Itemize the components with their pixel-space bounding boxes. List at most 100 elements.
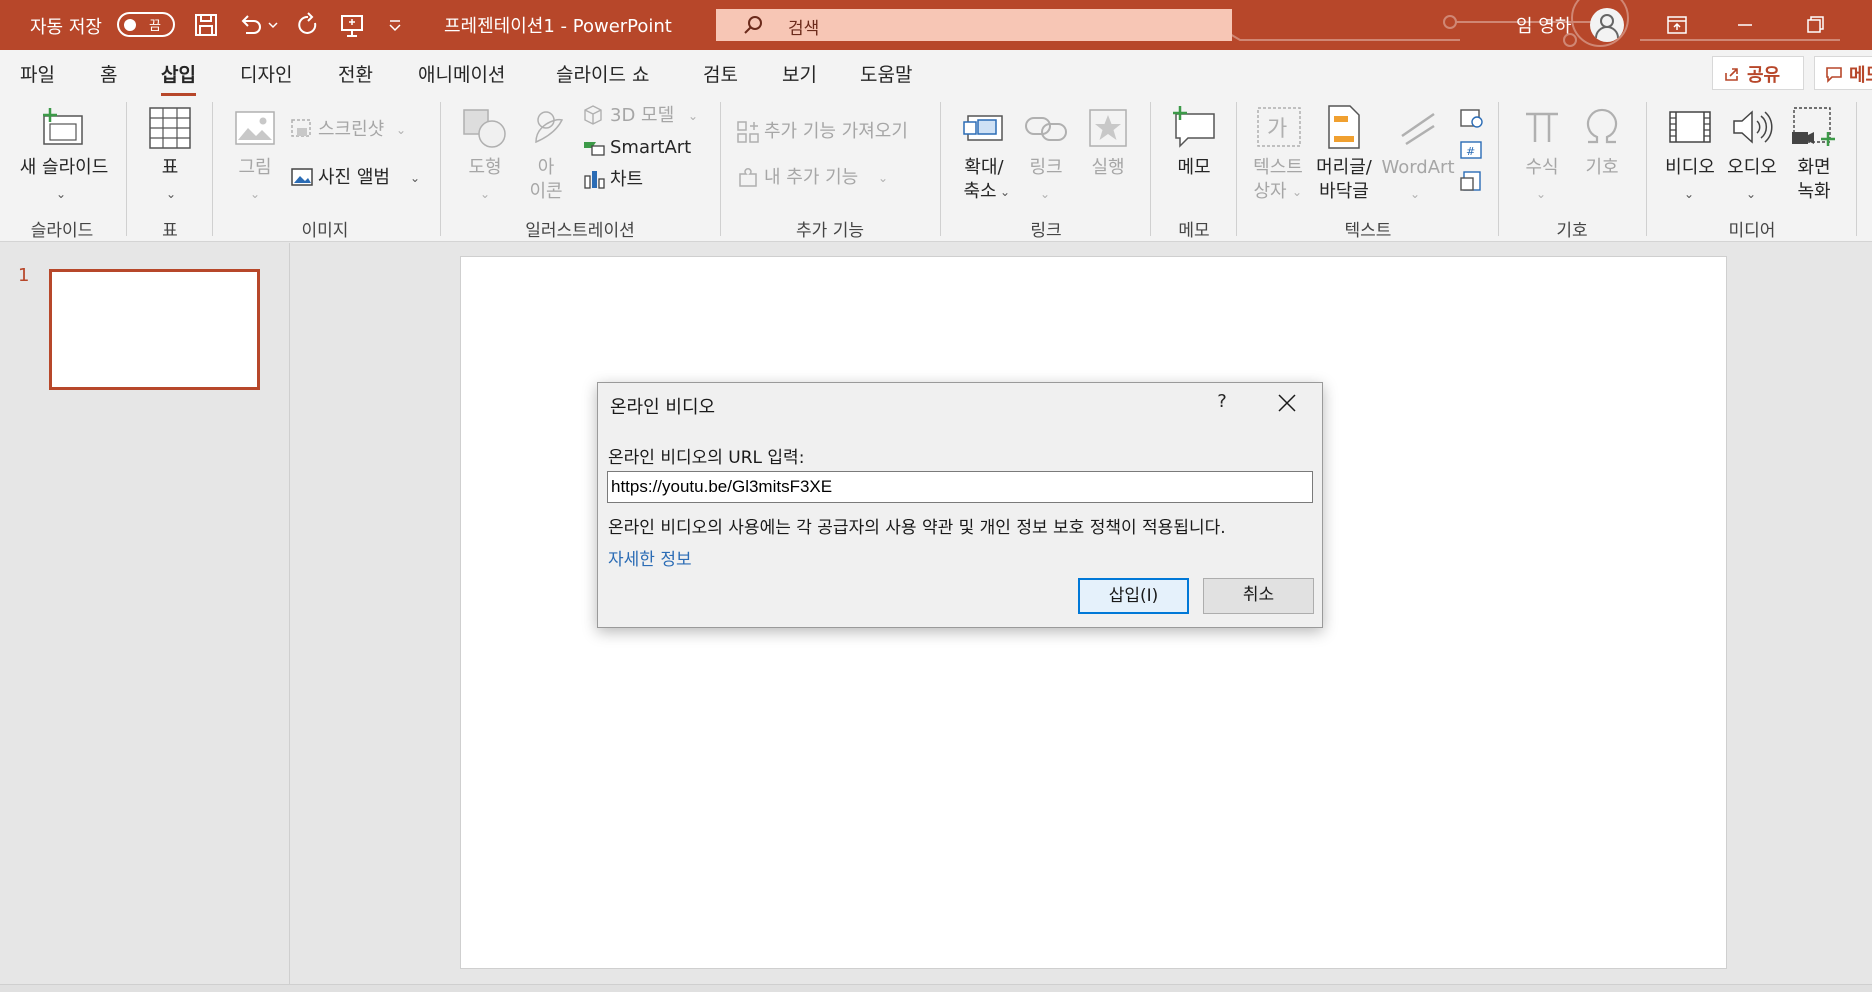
status-bar <box>0 984 1872 992</box>
close-icon[interactable] <box>1275 391 1299 415</box>
get-addins-label: 추가 기능 가져오기 <box>764 121 908 142</box>
video-label: 비디오 <box>1665 157 1715 178</box>
tab-review[interactable]: 검토 <box>703 60 738 87</box>
new-slide-icon <box>43 108 83 145</box>
smartart-icon <box>584 142 605 156</box>
screen-recording-label-line2: 녹화 <box>1797 181 1831 202</box>
divider <box>1856 102 1857 236</box>
chevron-down-icon: ⌄ <box>1536 187 1547 201</box>
omega-icon <box>1586 108 1618 144</box>
share-button[interactable]: 공유 <box>1712 56 1804 90</box>
tab-slideshow[interactable]: 슬라이드 쇼 <box>556 60 649 87</box>
restore-icon[interactable] <box>1792 8 1838 42</box>
avatar[interactable] <box>1590 8 1624 42</box>
divider <box>212 102 213 236</box>
help-button[interactable]: ? <box>1210 391 1234 415</box>
icons-label-line2: 이콘 <box>529 181 563 202</box>
insert-button[interactable]: 삽입(I) <box>1078 578 1189 614</box>
action-label: 실행 <box>1091 157 1125 178</box>
chevron-down-icon: ⌄ <box>1410 187 1421 201</box>
zoom-label-line1: 확대/ <box>964 157 1004 178</box>
user-icon <box>1595 14 1619 39</box>
group-label-links: 링크 <box>1030 221 1062 241</box>
tab-transitions[interactable]: 전환 <box>338 60 373 87</box>
group-label-symbols: 기호 <box>1556 221 1588 241</box>
document-title: 프레젠테이션1 - PowerPoint <box>444 16 672 37</box>
user-name[interactable]: 임 영하 <box>1516 12 1571 38</box>
header-footer-icon <box>1328 105 1360 149</box>
link-label: 링크 <box>1029 157 1063 178</box>
slide-number-icon[interactable]: # <box>1458 138 1484 162</box>
ribbon: 새 슬라이드 ⌄ 슬라이드 표 ⌄ 표 그림 ⌄ 스크린샷 ⌄ 사진 앨범 ⌄ … <box>0 96 1872 242</box>
tab-help[interactable]: 도움말 <box>860 60 912 87</box>
undo-dropdown-icon[interactable] <box>266 11 280 39</box>
tab-insert[interactable]: 삽입 <box>161 60 196 96</box>
online-video-dialog: 온라인 비디오 ? 온라인 비디오의 URL 입력: 온라인 비디오의 사용에는… <box>597 382 1323 628</box>
comment-icon <box>1826 67 1842 83</box>
wordart-label: WordArt <box>1381 157 1455 178</box>
group-label-tables: 표 <box>162 221 178 241</box>
photo-album-icon <box>291 168 313 186</box>
textbox-icon: 가 <box>1257 107 1301 147</box>
svg-text:#: # <box>1466 145 1475 158</box>
header-footer-label-line2: 바닥글 <box>1319 181 1369 202</box>
redo-icon[interactable] <box>294 11 322 39</box>
title-bar: 자동 저장 끔 프레젠테이션1 - PowerPoint 검색 임 영하 <box>0 0 1872 50</box>
object-icon[interactable] <box>1458 170 1484 194</box>
group-label-media: 미디어 <box>1728 221 1776 241</box>
autosave-label: 자동 저장 <box>30 17 102 38</box>
screenshot-label: 스크린샷 <box>318 119 385 140</box>
search-icon <box>744 16 762 34</box>
group-label-slides: 슬라이드 <box>30 221 94 241</box>
slide-thumbnail[interactable] <box>49 269 260 390</box>
symbol-label: 기호 <box>1585 157 1619 178</box>
search-placeholder: 검색 <box>788 19 820 39</box>
undo-icon[interactable] <box>236 11 264 39</box>
tab-file[interactable]: 파일 <box>20 60 55 87</box>
video-icon <box>1669 111 1711 143</box>
photo-album-label: 사진 앨범 <box>318 167 390 188</box>
puzzle-icon <box>739 168 757 187</box>
group-label-comments: 메모 <box>1178 221 1210 241</box>
presentation-icon[interactable] <box>338 11 366 39</box>
link-icon <box>1025 117 1067 141</box>
autosave-toggle[interactable]: 끔 <box>117 12 175 37</box>
divider <box>1236 102 1237 236</box>
audio-label: 오디오 <box>1727 157 1777 178</box>
icons-icon <box>535 111 564 144</box>
shapes-label: 도형 <box>468 157 502 178</box>
dialog-title: 온라인 비디오 <box>610 397 716 418</box>
cube-icon <box>584 105 602 125</box>
terms-note: 온라인 비디오의 사용에는 각 공급자의 사용 약관 및 개인 정보 보호 정책… <box>608 518 1226 538</box>
icons-label-line1: 아 <box>537 157 555 178</box>
minimize-icon[interactable] <box>1722 8 1768 42</box>
more-info-link[interactable]: 자세한 정보 <box>608 545 692 570</box>
divider <box>1150 102 1151 236</box>
picture-label: 그림 <box>238 157 272 178</box>
divider <box>720 102 721 236</box>
url-input[interactable] <box>607 471 1313 503</box>
cancel-button[interactable]: 취소 <box>1203 578 1314 614</box>
chart-icon <box>584 171 605 189</box>
chevron-down-icon: ⌄ <box>480 187 491 201</box>
tab-view[interactable]: 보기 <box>782 60 817 87</box>
comment-button[interactable]: 메모 <box>1814 56 1872 90</box>
screen-recording-label-line1: 화면 <box>1797 157 1831 178</box>
tab-home[interactable]: 홈 <box>100 60 117 87</box>
customize-toolbar-icon[interactable] <box>384 11 406 39</box>
menu-bar: 파일 홈 삽입 디자인 전환 애니메이션 슬라이드 쇼 검토 보기 도움말 공유… <box>0 50 1872 96</box>
save-icon[interactable] <box>192 11 220 39</box>
share-icon <box>1725 68 1738 81</box>
comment-label: 메모 <box>1849 65 1872 86</box>
3d-models-label: 3D 모델 <box>610 105 675 126</box>
toggle-knob <box>124 19 136 31</box>
chevron-down-icon: ⌄ <box>688 109 699 123</box>
textbox-label-line1: 텍스트 <box>1253 157 1303 178</box>
tab-design[interactable]: 디자인 <box>240 60 292 87</box>
smartart-label: SmartArt <box>610 137 692 158</box>
ribbon-display-icon[interactable] <box>1654 8 1700 42</box>
search-box[interactable]: 검색 <box>716 9 1232 41</box>
date-time-icon[interactable] <box>1458 106 1484 130</box>
star-icon <box>1089 109 1127 147</box>
tab-animations[interactable]: 애니메이션 <box>418 60 505 87</box>
